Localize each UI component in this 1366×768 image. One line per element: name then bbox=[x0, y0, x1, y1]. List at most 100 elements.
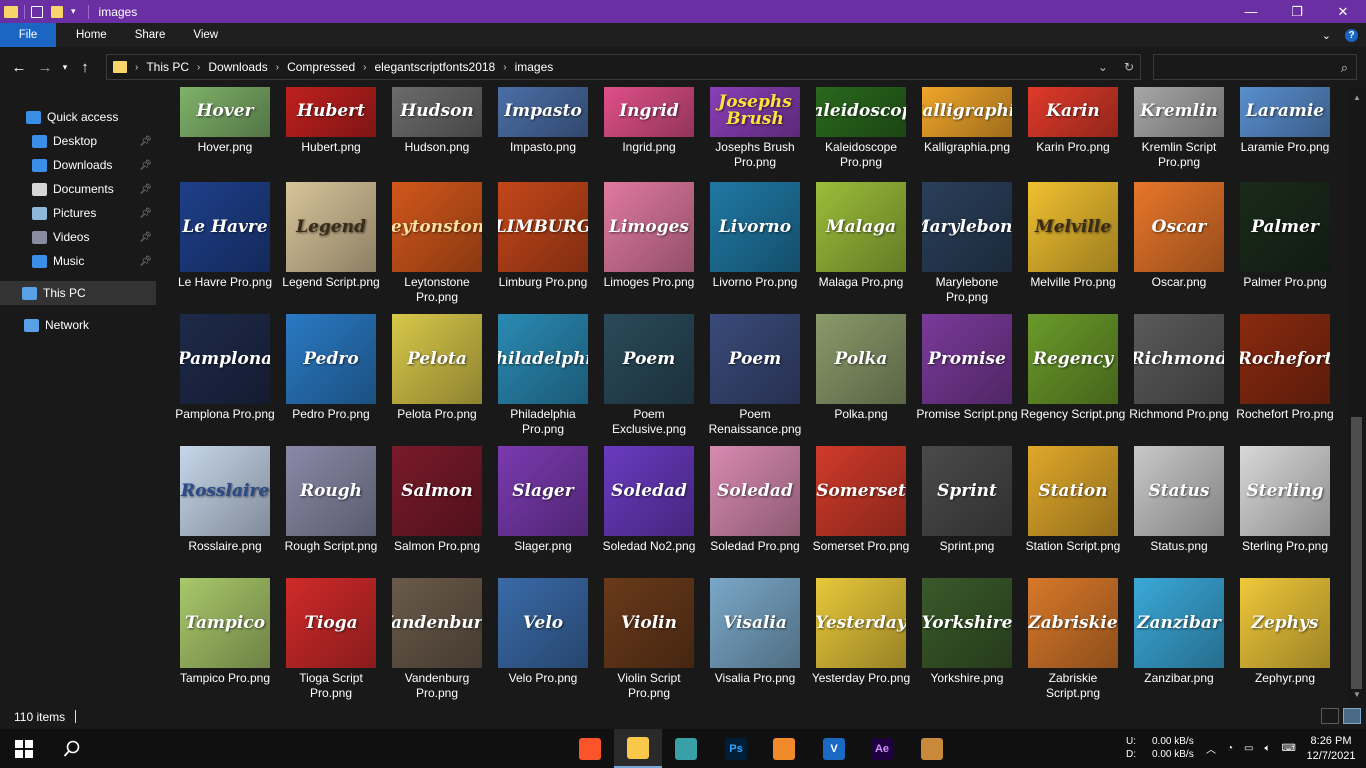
close-button[interactable]: ✕ bbox=[1320, 0, 1366, 23]
volume-icon[interactable]: 🔈︎ bbox=[1265, 743, 1271, 754]
breadcrumb-downloads[interactable]: Downloads bbox=[208, 60, 267, 74]
file-thumbnail[interactable]: Melville bbox=[1028, 182, 1118, 272]
file-thumbnail[interactable]: Tampico bbox=[180, 578, 270, 668]
sidebar-item-downloads[interactable]: Downloads 📌︎ bbox=[0, 153, 156, 177]
file-name[interactable]: Pedro Pro.png bbox=[278, 407, 384, 422]
file-item[interactable]: Yesterday Yesterday Pro.png bbox=[808, 578, 914, 704]
taskbar-app-button[interactable]: Ae bbox=[858, 729, 906, 768]
file-item[interactable]: Pamplona Pamplona Pro.png bbox=[172, 314, 278, 446]
file-thumbnail[interactable]: Legend bbox=[286, 182, 376, 272]
file-name[interactable]: Violin Script Pro.png bbox=[596, 671, 702, 701]
file-item[interactable]: Palmer Palmer Pro.png bbox=[1232, 182, 1338, 314]
file-item[interactable]: Rough Rough Script.png bbox=[278, 446, 384, 578]
pin-icon[interactable]: 📌︎ bbox=[139, 160, 152, 171]
file-item[interactable]: Tampico Tampico Pro.png bbox=[172, 578, 278, 704]
file-name[interactable]: Oscar.png bbox=[1126, 275, 1232, 290]
file-thumbnail[interactable]: Vandenburg bbox=[392, 578, 482, 668]
details-view-button[interactable] bbox=[1321, 708, 1339, 724]
address-history-chevron-icon[interactable]: ⌄ bbox=[1098, 60, 1108, 74]
properties-icon[interactable] bbox=[31, 5, 43, 18]
file-name[interactable]: Soledad Pro.png bbox=[702, 539, 808, 554]
taskbar-app-button[interactable] bbox=[566, 729, 614, 768]
file-item[interactable]: Zanzibar Zanzibar.png bbox=[1126, 578, 1232, 704]
scroll-down-arrow-icon[interactable]: ▼ bbox=[1348, 686, 1366, 702]
file-name[interactable]: Tampico Pro.png bbox=[172, 671, 278, 686]
file-item[interactable]: Oscar Oscar.png bbox=[1126, 182, 1232, 314]
large-icons-view-button[interactable] bbox=[1343, 708, 1361, 724]
wifi-icon[interactable]: ◔ bbox=[1227, 743, 1233, 754]
file-name[interactable]: Limoges Pro.png bbox=[596, 275, 702, 290]
file-item[interactable]: Legend Legend Script.png bbox=[278, 182, 384, 314]
file-item[interactable]: Rosslaire Rosslaire.png bbox=[172, 446, 278, 578]
file-thumbnail[interactable]: Pamplona bbox=[180, 314, 270, 404]
file-name[interactable]: Zabriskie Script.png bbox=[1020, 671, 1126, 701]
file-thumbnail[interactable]: Marylebone bbox=[922, 182, 1012, 272]
file-name[interactable]: Polka.png bbox=[808, 407, 914, 422]
file-thumbnail[interactable]: Poem bbox=[604, 314, 694, 404]
file-thumbnail[interactable]: Pedro bbox=[286, 314, 376, 404]
file-name[interactable]: Zanzibar.png bbox=[1126, 671, 1232, 686]
file-item[interactable]: Pelota Pelota Pro.png bbox=[384, 314, 490, 446]
sidebar-item-music[interactable]: Music 📌︎ bbox=[0, 249, 156, 273]
file-name[interactable]: Velo Pro.png bbox=[490, 671, 596, 686]
breadcrumb-this-pc[interactable]: This PC bbox=[146, 60, 189, 74]
chevron-right-icon[interactable]: › bbox=[276, 62, 279, 73]
file-item[interactable]: Poem Poem Renaissance.png bbox=[702, 314, 808, 446]
sidebar-item-documents[interactable]: Documents 📌︎ bbox=[0, 177, 156, 201]
scroll-up-arrow-icon[interactable]: ▲ bbox=[1348, 89, 1366, 105]
file-name[interactable]: Hover.png bbox=[172, 140, 278, 155]
file-item[interactable]: Philadelphia Philadelphia Pro.png bbox=[490, 314, 596, 446]
file-name[interactable]: Kremlin Script Pro.png bbox=[1126, 140, 1232, 170]
file-name[interactable]: Hudson.png bbox=[384, 140, 490, 155]
chevron-right-icon[interactable]: › bbox=[197, 62, 200, 73]
file-name[interactable]: Zephyr.png bbox=[1232, 671, 1338, 686]
file-item[interactable]: Soledad Soledad Pro.png bbox=[702, 446, 808, 578]
sidebar-item-this-pc[interactable]: This PC bbox=[0, 281, 156, 305]
file-item[interactable]: Livorno Livorno Pro.png bbox=[702, 182, 808, 314]
file-name[interactable]: Poem Exclusive.png bbox=[596, 407, 702, 437]
file-name[interactable]: Laramie Pro.png bbox=[1232, 140, 1338, 155]
file-item[interactable]: Salmon Salmon Pro.png bbox=[384, 446, 490, 578]
file-thumbnail[interactable]: Sprint bbox=[922, 446, 1012, 536]
file-item[interactable]: Leytonstone Leytonstone Pro.png bbox=[384, 182, 490, 314]
file-item[interactable]: Station Station Script.png bbox=[1020, 446, 1126, 578]
file-item[interactable]: Zephys Zephyr.png bbox=[1232, 578, 1338, 704]
sidebar-item-network[interactable]: Network bbox=[0, 313, 156, 337]
file-item[interactable]: Sprint Sprint.png bbox=[914, 446, 1020, 578]
breadcrumb-compressed[interactable]: Compressed bbox=[287, 60, 355, 74]
sidebar-item-desktop[interactable]: Desktop 📌︎ bbox=[0, 129, 156, 153]
file-item[interactable]: Somerset Somerset Pro.png bbox=[808, 446, 914, 578]
file-name[interactable]: Hubert.png bbox=[278, 140, 384, 155]
tab-file[interactable]: File bbox=[0, 23, 56, 47]
file-thumbnail[interactable]: Oscar bbox=[1134, 182, 1224, 272]
file-item[interactable]: LIMBURG Limburg Pro.png bbox=[490, 182, 596, 314]
file-thumbnail[interactable]: Malaga bbox=[816, 182, 906, 272]
tab-home[interactable]: Home bbox=[62, 23, 121, 47]
refresh-icon[interactable]: ↻ bbox=[1124, 60, 1134, 74]
file-thumbnail[interactable]: Sterling bbox=[1240, 446, 1330, 536]
tab-view[interactable]: View bbox=[179, 23, 232, 47]
file-thumbnail[interactable]: Hubert bbox=[286, 87, 376, 137]
file-name[interactable]: Pelota Pro.png bbox=[384, 407, 490, 422]
file-thumbnail[interactable]: LIMBURG bbox=[498, 182, 588, 272]
file-name[interactable]: Poem Renaissance.png bbox=[702, 407, 808, 437]
minimize-button[interactable]: — bbox=[1228, 0, 1274, 23]
file-name[interactable]: Pamplona Pro.png bbox=[172, 407, 278, 422]
file-name[interactable]: Livorno Pro.png bbox=[702, 275, 808, 290]
file-thumbnail[interactable]: Kaleidoscope bbox=[816, 87, 906, 137]
breadcrumb-images[interactable]: images bbox=[515, 60, 554, 74]
file-name[interactable]: Kalligraphia.png bbox=[914, 140, 1020, 155]
file-thumbnail[interactable]: Le Havre bbox=[180, 182, 270, 272]
file-name[interactable]: Yesterday Pro.png bbox=[808, 671, 914, 686]
file-name[interactable]: Slager.png bbox=[490, 539, 596, 554]
file-item[interactable]: Rochefort Rochefort Pro.png bbox=[1232, 314, 1338, 446]
scrollbar-thumb[interactable] bbox=[1351, 417, 1362, 689]
file-thumbnail[interactable]: Zanzibar bbox=[1134, 578, 1224, 668]
file-item[interactable]: Le Havre Le Havre Pro.png bbox=[172, 182, 278, 314]
file-name[interactable]: Kaleidoscope Pro.png bbox=[808, 140, 914, 170]
file-name[interactable]: Le Havre Pro.png bbox=[172, 275, 278, 290]
file-item[interactable]: Velo Velo Pro.png bbox=[490, 578, 596, 704]
taskbar-app-button[interactable] bbox=[908, 729, 956, 768]
sidebar-item-pictures[interactable]: Pictures 📌︎ bbox=[0, 201, 156, 225]
file-item[interactable]: Status Status.png bbox=[1126, 446, 1232, 578]
